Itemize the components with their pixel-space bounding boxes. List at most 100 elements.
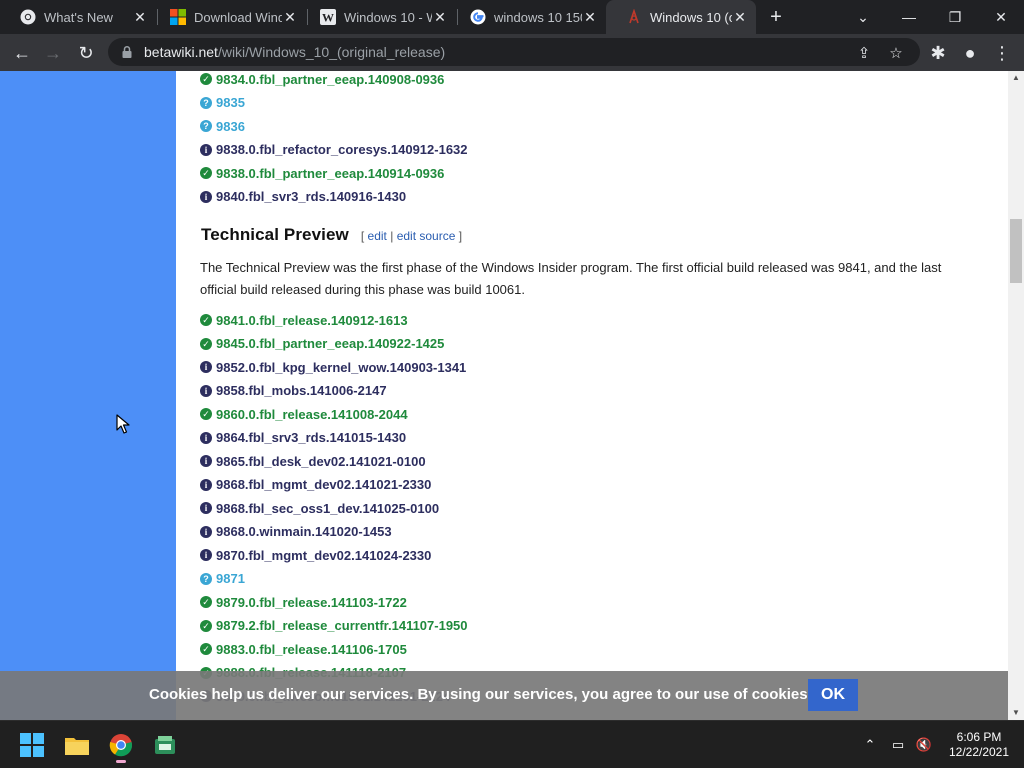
tab-title: Windows 10 (or <box>650 9 732 25</box>
close-icon[interactable]: ✕ <box>582 9 598 25</box>
bookmark-star-icon[interactable]: ☆ <box>886 44 906 64</box>
close-icon[interactable]: ✕ <box>432 9 448 25</box>
tab-title: Windows 10 - W <box>344 9 432 25</box>
start-button-windows-icon[interactable] <box>16 729 48 761</box>
build-name: 9879.2.fbl_release_currentfr.141107-1950 <box>216 618 468 633</box>
build-list-item[interactable]: ✓ 9879.2.fbl_release_currentfr.141107-195… <box>200 616 468 636</box>
tab-search-icon[interactable]: ⌄ <box>840 0 886 34</box>
network-icon[interactable]: ▭ <box>888 735 908 755</box>
question-circle-icon: ? <box>200 96 212 109</box>
build-name: 9836 <box>216 118 245 134</box>
close-icon[interactable]: ✕ <box>132 9 148 25</box>
wikipedia-icon: W <box>320 9 336 25</box>
url-host: betawiki.net <box>144 44 218 60</box>
edit-link[interactable]: edit <box>368 229 387 243</box>
info-circle-icon: i <box>200 478 212 491</box>
build-list-item[interactable]: i 9870.fbl_mgmt_dev02.141024-2330 <box>200 545 431 565</box>
minimize-icon[interactable]: — <box>886 0 932 34</box>
url-path: /wiki/Windows_10_(original_release) <box>217 44 446 60</box>
build-list-item[interactable]: i 9868.fbl_mgmt_dev02.141021-2330 <box>200 475 431 495</box>
check-circle-icon: ✓ <box>200 596 212 608</box>
build-list-item[interactable]: ? 9836 <box>200 116 245 136</box>
tab-google-search[interactable]: windows 10 150 ✕ <box>450 0 606 34</box>
build-list-item[interactable]: i 9838.0.fbl_refactor_coresys.140912-1632 <box>200 140 468 160</box>
info-circle-icon: i <box>200 455 212 467</box>
close-window-icon[interactable]: ✕ <box>978 0 1024 34</box>
new-tab-button[interactable]: + <box>766 7 786 27</box>
browser-toolbar: ← → ↻ betawiki.net/wiki/Windows_10_(orig… <box>0 34 1024 71</box>
build-list-item[interactable]: ? 9871 <box>200 569 245 589</box>
build-list-item[interactable]: i 9840.fbl_svr3_rds.140916-1430 <box>200 187 406 207</box>
tab-title: Download Wind <box>194 9 282 25</box>
restore-icon[interactable]: ❐ <box>932 0 978 34</box>
build-name: 9841.0.fbl_release.140912-1613 <box>216 312 408 328</box>
cookie-ok-button[interactable]: OK <box>808 679 858 711</box>
build-list-item[interactable]: ✓ 9883.0.fbl_release.141106-1705 <box>200 639 407 659</box>
build-list-item[interactable]: i 9864.fbl_srv3_rds.141015-1430 <box>200 428 406 448</box>
build-list-item[interactable]: i 9865.fbl_desk_dev02.141021-0100 <box>200 451 426 471</box>
build-list-item[interactable]: ✓ 9841.0.fbl_release.140912-1613 <box>200 310 408 330</box>
profile-icon[interactable]: ● <box>957 40 983 66</box>
info-circle-icon: i <box>200 143 212 156</box>
scroll-thumb[interactable] <box>1010 219 1022 283</box>
build-name: 9879.0.fbl_release.141103-1722 <box>216 594 407 610</box>
build-list-item[interactable]: i 9868.0.winmain.141020-1453 <box>200 522 392 542</box>
scroll-up-arrow-icon[interactable]: ▲ <box>1008 71 1024 85</box>
edit-links: [ edit | edit source ] <box>361 229 462 243</box>
build-name: 9864.fbl_srv3_rds.141015-1430 <box>216 430 407 445</box>
question-circle-icon: ? <box>200 120 212 132</box>
tab-download-windows[interactable]: Download Wind ✕ <box>150 0 306 34</box>
info-circle-icon: i <box>200 190 212 203</box>
tab-betawiki[interactable]: Windows 10 (or ✕ <box>606 0 756 34</box>
share-icon[interactable]: ⇪ <box>854 44 874 64</box>
close-icon[interactable]: ✕ <box>732 9 748 25</box>
tab-whats-new[interactable]: What's New ✕ <box>0 0 156 34</box>
build-list-item[interactable]: i 9852.0.fbl_kpg_kernel_wow.140903-1341 <box>200 357 466 377</box>
check-circle-icon: ✓ <box>200 73 212 85</box>
build-name: 9858.fbl_mobs.141006-2147 <box>216 383 387 398</box>
build-list-item[interactable]: ✓ 9860.0.fbl_release.141008-2044 <box>200 404 408 424</box>
scroll-down-arrow-icon[interactable]: ▼ <box>1008 706 1024 720</box>
store-app-icon[interactable] <box>149 729 181 761</box>
build-list-item[interactable]: i 9858.fbl_mobs.141006-2147 <box>200 381 387 401</box>
tray-overflow-chevron-icon[interactable]: ⌃ <box>860 735 880 755</box>
file-explorer-icon[interactable] <box>61 729 93 761</box>
reload-icon[interactable]: ↻ <box>73 40 99 66</box>
menu-icon[interactable]: ⋮ <box>989 40 1015 66</box>
windows-icon <box>170 9 186 25</box>
build-list-item[interactable]: ✓ 9838.0.fbl_partner_eeap.140914-0936 <box>200 163 444 183</box>
close-icon[interactable]: ✕ <box>282 9 298 25</box>
cookie-message: Cookies help us deliver our services. By… <box>149 686 812 703</box>
web-page: ✓ 9834.0.fbl_partner_eeap.140908-0936? 983… <box>0 71 1024 720</box>
tab-wikipedia[interactable]: W Windows 10 - W ✕ <box>300 0 456 34</box>
vertical-scrollbar[interactable]: ▲ ▼ <box>1008 71 1024 720</box>
chrome-icon <box>20 9 36 25</box>
edit-source-link[interactable]: edit source <box>397 229 456 243</box>
info-circle-icon: i <box>200 549 212 561</box>
info-circle-icon: i <box>200 361 212 373</box>
build-list-item[interactable]: ✓ 9879.0.fbl_release.141103-1722 <box>200 592 407 612</box>
build-list-item[interactable]: ✓ 9845.0.fbl_partner_eeap.140922-1425 <box>200 334 444 354</box>
volume-muted-icon[interactable]: 🔇 <box>914 735 934 755</box>
address-bar[interactable]: betawiki.net/wiki/Windows_10_(original_r… <box>108 38 920 66</box>
build-list-item[interactable]: ? 9835 <box>200 93 245 113</box>
info-circle-icon: i <box>200 431 212 444</box>
build-name: 9860.0.fbl_release.141008-2044 <box>216 406 408 422</box>
check-circle-icon: ✓ <box>200 619 212 632</box>
lock-icon <box>120 45 134 59</box>
system-clock[interactable]: 6:06 PM 12/22/2021 <box>940 730 1018 760</box>
build-list-item[interactable]: ✓ 9834.0.fbl_partner_eeap.140908-0936 <box>200 71 444 89</box>
build-name: 9840.fbl_svr3_rds.140916-1430 <box>216 189 407 204</box>
back-icon[interactable]: ← <box>9 40 35 66</box>
extensions-icon[interactable]: ✱ <box>925 40 951 66</box>
section-paragraph: The Technical Preview was the first phas… <box>200 260 942 297</box>
forward-icon[interactable]: → <box>40 40 66 66</box>
build-name: 9868.fbl_mgmt_dev02.141021-2330 <box>216 477 432 492</box>
build-name: 9835 <box>216 95 245 110</box>
info-circle-icon: i <box>200 502 212 514</box>
tab-strip: What's New ✕ Download Wind ✕ W Windows 1… <box>0 0 1024 34</box>
build-list-item[interactable]: i 9868.fbl_sec_oss1_dev.141025-0100 <box>200 498 439 518</box>
check-circle-icon: ✓ <box>200 314 212 326</box>
section-title: Technical Preview <box>201 225 349 244</box>
chrome-taskbar-icon[interactable] <box>105 729 137 763</box>
